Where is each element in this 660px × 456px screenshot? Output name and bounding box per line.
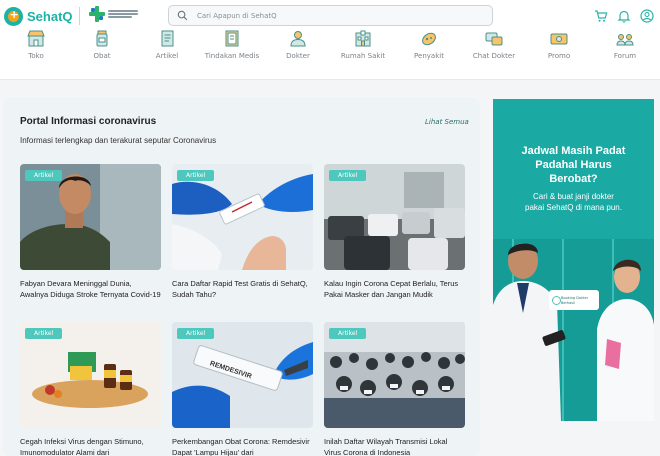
article-title[interactable]: Cegah Infeksi Virus dengan Stimuno, Imun…	[20, 436, 161, 456]
article-icon	[161, 30, 174, 47]
medicine-icon	[96, 30, 108, 47]
brand-name: SehatQ	[27, 8, 73, 24]
forum-icon	[616, 34, 634, 46]
cart-icon[interactable]	[594, 8, 608, 22]
category-nav: Toko Obat Artikel Tindakan Medis Dokter …	[0, 30, 660, 70]
article-badge: Artikel	[25, 328, 63, 339]
nav-rumah-sakit[interactable]: Rumah Sakit	[330, 30, 396, 60]
user-icon[interactable]	[640, 8, 654, 23]
logo-divider	[79, 7, 80, 25]
article-title[interactable]: Perkembangan Obat Corona: Remdesivir Dap…	[172, 436, 313, 456]
sehatq-logo[interactable]: SehatQ	[4, 6, 73, 26]
corona-info-portal: Portal Informasi coronavirus Lihat Semua…	[3, 98, 480, 456]
booking-success-card: Booking Dokter Berhasil	[549, 290, 599, 310]
nav-forum[interactable]: Forum	[592, 30, 658, 60]
nav-artikel[interactable]: Artikel	[134, 30, 200, 60]
medical-procedure-icon	[225, 30, 239, 47]
article-thumbnail[interactable]: Artikel	[20, 322, 161, 428]
bell-icon[interactable]	[617, 8, 631, 23]
nav-chat-dokter[interactable]: Chat Dokter	[461, 30, 527, 60]
portal-subtitle: Informasi terlengkap dan terakurat seput…	[20, 136, 217, 145]
article-card[interactable]: Artikel Fabyan Devara Meninggal Dunia, A…	[20, 164, 161, 312]
article-thumbnail[interactable]: Artikel	[324, 322, 465, 428]
search-icon	[177, 10, 188, 21]
article-card[interactable]: Artikel Cegah Infeksi Virus dengan Stimu…	[20, 322, 161, 456]
article-badge: Artikel	[177, 170, 215, 181]
article-badge: Artikel	[329, 328, 367, 339]
banner-subtext: Cari & buat janji dokter pakai SehatQ di…	[525, 192, 622, 212]
disease-icon	[422, 32, 436, 46]
article-badge: Artikel	[329, 170, 367, 181]
sehatq-logo-icon	[4, 6, 23, 26]
search-input[interactable]	[197, 11, 477, 20]
hospital-icon	[355, 30, 371, 47]
article-card[interactable]: Artikel Inilah Daftar Wilayah Transmisi …	[324, 322, 465, 456]
article-card[interactable]: Artikel Kalau Ingin Corona Cepat Berlalu…	[324, 164, 465, 312]
search-bar[interactable]	[168, 5, 493, 26]
article-title[interactable]: Inilah Daftar Wilayah Transmisi Lokal Vi…	[324, 436, 465, 456]
portal-title: Portal Informasi coronavirus	[20, 116, 157, 127]
kemenkes-icon	[89, 6, 105, 22]
article-thumbnail[interactable]: REMDESIVIR Artikel	[172, 322, 313, 428]
nav-tindakan-medis[interactable]: Tindakan Medis	[199, 30, 265, 60]
article-badge: Artikel	[25, 170, 63, 181]
article-badge: Artikel	[177, 328, 215, 339]
article-thumbnail[interactable]: Artikel	[324, 164, 465, 270]
nav-dokter[interactable]: Dokter	[265, 30, 331, 60]
kemenkes-logo	[89, 6, 138, 22]
article-card[interactable]: Artikel Cara Daftar Rapid Test Gratis di…	[172, 164, 313, 312]
nav-toko[interactable]: Toko	[3, 30, 69, 60]
doctor-icon	[290, 31, 306, 47]
promo-banner[interactable]: Jadwal Masih Padat Padahal Harus Berobat…	[493, 99, 654, 421]
chat-doctor-icon	[485, 32, 503, 46]
article-title[interactable]: Cara Daftar Rapid Test Gratis di SehatQ,…	[172, 278, 313, 312]
article-thumbnail[interactable]: Artikel	[20, 164, 161, 270]
shop-icon	[27, 30, 45, 47]
article-title[interactable]: Kalau Ingin Corona Cepat Berlalu, Terus …	[324, 278, 465, 312]
promo-icon	[550, 33, 568, 45]
nav-penyakit[interactable]: Penyakit	[396, 30, 462, 60]
article-title[interactable]: Fabyan Devara Meninggal Dunia, Awalnya D…	[20, 278, 161, 312]
article-card[interactable]: REMDESIVIR Artikel Perkembangan Obat Cor…	[172, 322, 313, 456]
nav-obat[interactable]: Obat	[69, 30, 135, 60]
nav-promo[interactable]: Promo	[526, 30, 592, 60]
article-thumbnail[interactable]: Artikel	[172, 164, 313, 270]
see-all-link[interactable]: Lihat Semua	[425, 118, 469, 126]
banner-headline: Jadwal Masih Padat Padahal Harus Berobat…	[521, 145, 626, 185]
top-bar: SehatQ Toko Obat Artikel	[0, 0, 660, 80]
